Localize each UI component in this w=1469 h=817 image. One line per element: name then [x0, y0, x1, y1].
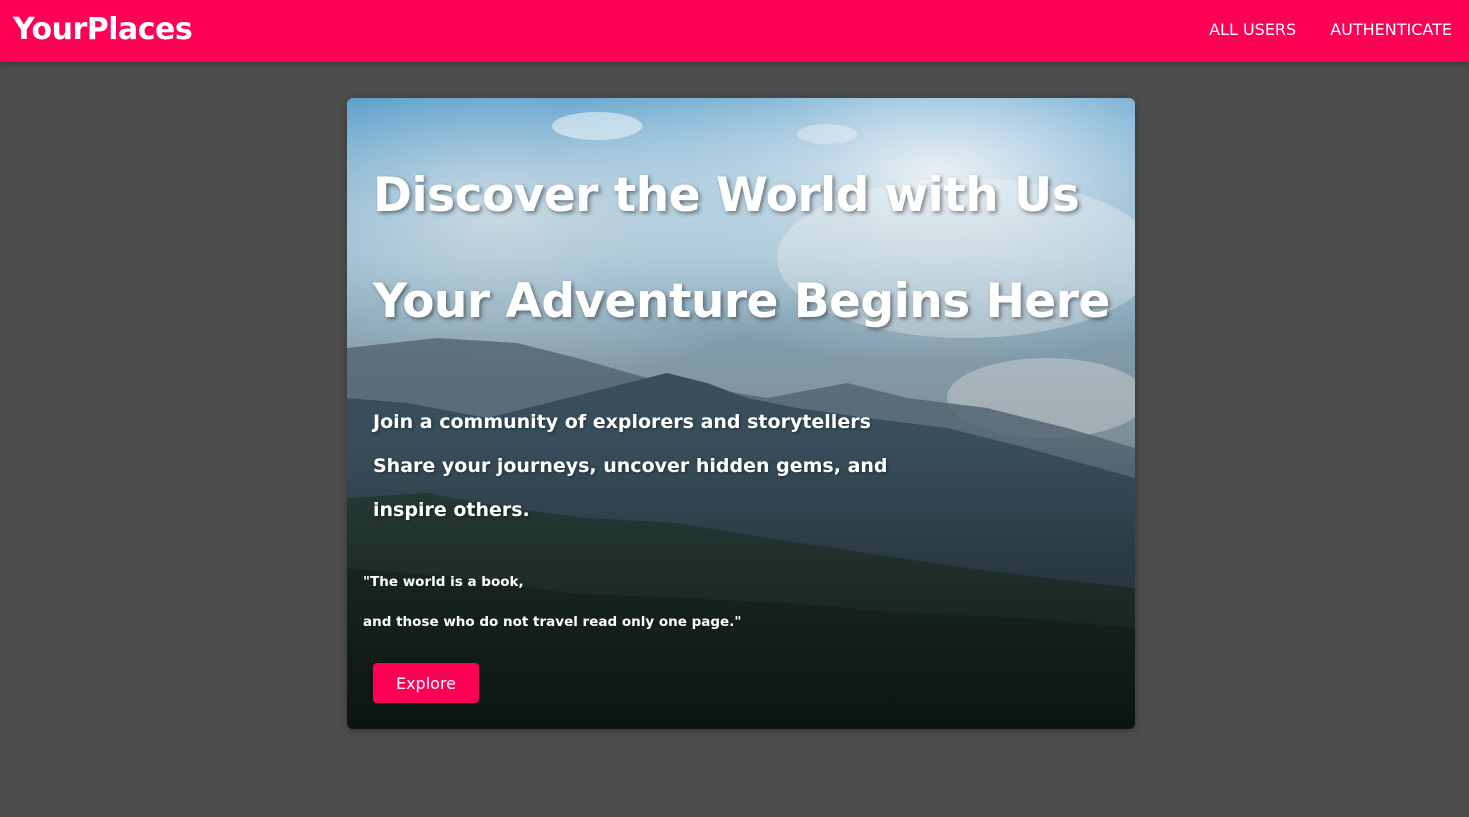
explore-button[interactable]: Explore — [373, 663, 479, 703]
hero-title-line-1: Discover the World with Us — [373, 168, 1080, 223]
main-navigation: ALL USERS AUTHENTICATE — [1209, 19, 1452, 41]
hero-tagline-line: Share your journeys, uncover hidden gems… — [373, 455, 888, 477]
main-header: YourPlaces ALL USERS AUTHENTICATE — [0, 0, 1469, 62]
hero-title-line-2: Your Adventure Begins Here — [373, 274, 1110, 329]
nav-authenticate-link[interactable]: AUTHENTICATE — [1330, 19, 1452, 41]
hero-quote-line: "The world is a book, — [363, 574, 524, 590]
nav-all-users-link[interactable]: ALL USERS — [1209, 19, 1296, 41]
hero-tagline-line: Join a community of explorers and storyt… — [373, 411, 871, 433]
hero-card: Discover the World with Us Your Adventur… — [347, 98, 1135, 729]
hero-quote-line: and those who do not travel read only on… — [363, 614, 742, 630]
hero-tagline-line: inspire others. — [373, 499, 530, 521]
brand-logo-link[interactable]: YourPlaces — [13, 10, 193, 50]
